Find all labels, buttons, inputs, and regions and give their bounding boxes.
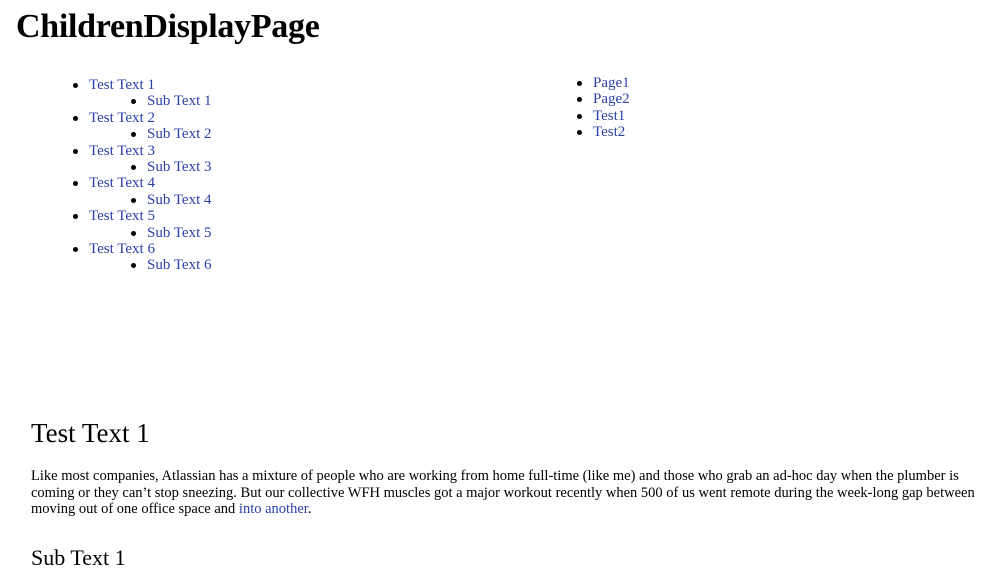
child-link-sub-text-1[interactable]: Sub Text 1 bbox=[147, 93, 212, 109]
bullet-icon bbox=[131, 132, 136, 138]
list-item: Test Text 2 Sub Text 2 bbox=[73, 110, 212, 143]
sub-list: Sub Text 5 bbox=[131, 225, 212, 241]
bullet-icon bbox=[577, 81, 582, 86]
bullet-icon bbox=[131, 165, 136, 171]
child-link-sub-text-2[interactable]: Sub Text 2 bbox=[147, 126, 212, 142]
list-item: Page1 bbox=[577, 75, 630, 91]
list-item: Test Text 5 Sub Text 5 bbox=[73, 208, 212, 241]
bullet-icon bbox=[577, 130, 582, 136]
page-tree: Page1 Page2 Test1 Test2 bbox=[577, 75, 630, 141]
child-link-sub-text-5[interactable]: Sub Text 5 bbox=[147, 225, 212, 241]
sub-list: Sub Text 3 bbox=[131, 159, 212, 175]
bullet-icon bbox=[131, 99, 136, 105]
list-item: Page2 bbox=[577, 91, 630, 107]
bullet-icon bbox=[73, 247, 78, 253]
bullet-icon bbox=[131, 230, 136, 236]
list-item: Test Text 1 Sub Text 1 bbox=[73, 77, 212, 110]
sub-heading: Sub Text 1 bbox=[31, 545, 126, 570]
paragraph-text-end: . bbox=[307, 501, 312, 517]
paragraph-text: Like most companies, Atlassian has a mix… bbox=[31, 468, 975, 517]
list-item: Sub Text 6 bbox=[131, 257, 212, 273]
bullet-icon bbox=[73, 148, 78, 154]
child-link-test-text-2[interactable]: Test Text 2 bbox=[89, 110, 155, 126]
page-link-page1[interactable]: Page1 bbox=[593, 75, 630, 91]
page-link-page2[interactable]: Page2 bbox=[593, 91, 630, 107]
list-item: Sub Text 3 bbox=[131, 159, 212, 175]
list-item: Sub Text 1 bbox=[131, 93, 212, 109]
child-link-sub-text-4[interactable]: Sub Text 4 bbox=[147, 192, 212, 208]
child-link-test-text-1[interactable]: Test Text 1 bbox=[89, 77, 155, 93]
child-link-test-text-5[interactable]: Test Text 5 bbox=[89, 208, 155, 224]
bullet-icon bbox=[73, 181, 78, 187]
bullet-icon bbox=[131, 197, 136, 203]
bullet-icon bbox=[73, 115, 78, 121]
sub-list: Sub Text 1 bbox=[131, 93, 212, 109]
list-item: Sub Text 5 bbox=[131, 225, 212, 241]
child-link-test-text-4[interactable]: Test Text 4 bbox=[89, 175, 155, 191]
children-tree: Test Text 1 Sub Text 1 Test Text 2 Sub T… bbox=[73, 77, 212, 274]
children-list: Test Text 1 Sub Text 1 Test Text 2 Sub T… bbox=[73, 77, 212, 274]
child-link-sub-text-3[interactable]: Sub Text 3 bbox=[147, 159, 212, 175]
list-item: Test Text 3 Sub Text 3 bbox=[73, 143, 212, 176]
child-link-test-text-3[interactable]: Test Text 3 bbox=[89, 143, 155, 159]
bullet-icon bbox=[73, 214, 78, 220]
list-item: Test Text 6 Sub Text 6 bbox=[73, 241, 212, 274]
list-item: Sub Text 4 bbox=[131, 192, 212, 208]
page-list: Page1 Page2 Test1 Test2 bbox=[577, 75, 630, 141]
sub-list: Sub Text 2 bbox=[131, 126, 212, 142]
bullet-icon bbox=[577, 97, 582, 103]
list-item: Test Text 4 Sub Text 4 bbox=[73, 175, 212, 208]
bullet-icon bbox=[577, 113, 582, 119]
child-link-sub-text-6[interactable]: Sub Text 6 bbox=[147, 257, 212, 273]
section-paragraph: Like most companies, Atlassian has a mix… bbox=[31, 468, 991, 518]
bullet-icon bbox=[131, 263, 136, 269]
bullet-icon bbox=[73, 83, 78, 88]
sub-list: Sub Text 6 bbox=[131, 257, 212, 273]
page-link-test2[interactable]: Test2 bbox=[593, 124, 625, 140]
page-link-test1[interactable]: Test1 bbox=[593, 108, 625, 124]
list-item: Test1 bbox=[577, 108, 630, 124]
child-link-test-text-6[interactable]: Test Text 6 bbox=[89, 241, 155, 257]
list-item: Test2 bbox=[577, 124, 630, 140]
list-item: Sub Text 2 bbox=[131, 126, 212, 142]
sub-list: Sub Text 4 bbox=[131, 192, 212, 208]
page-title: ChildrenDisplayPage bbox=[16, 8, 320, 45]
into-another-link[interactable]: into another bbox=[239, 501, 308, 517]
section-heading: Test Text 1 bbox=[31, 418, 150, 448]
